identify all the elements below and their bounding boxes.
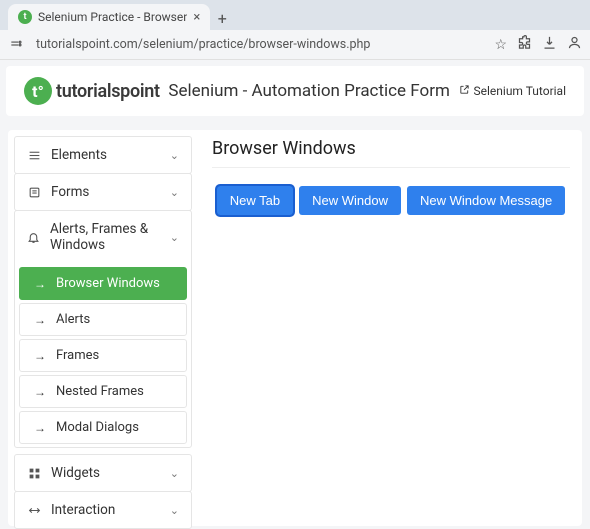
new-window-message-button[interactable]: New Window Message — [407, 186, 565, 215]
download-icon[interactable] — [542, 35, 557, 54]
menu-icon — [27, 149, 41, 162]
sidebar-section-label: Interaction — [51, 502, 115, 518]
site-header: t° tutorialspoint Selenium - Automation … — [6, 66, 584, 116]
logo-icon: t° — [24, 77, 52, 105]
chevron-down-icon: ⌄ — [170, 467, 179, 480]
page-title: Selenium - Automation Practice Form — [160, 81, 459, 101]
sidebar-item-browser-windows[interactable]: → Browser Windows — [19, 267, 187, 300]
arrow-right-icon: → — [34, 349, 46, 363]
sidebar-item-frames[interactable]: → Frames — [19, 339, 187, 372]
browser-tab[interactable]: t Selenium Practice - Browser × — [8, 4, 210, 30]
chevron-down-icon: ⌄ — [170, 504, 179, 517]
brand-text: tutorialspoint — [56, 81, 160, 102]
extensions-icon[interactable] — [517, 35, 532, 54]
brand-logo[interactable]: t° tutorialspoint — [24, 77, 160, 105]
sidebar-section-label: Elements — [51, 147, 107, 163]
arrow-right-icon: → — [34, 313, 46, 327]
sidebar-section-widgets[interactable]: Widgets ⌄ — [15, 455, 191, 491]
arrow-right-icon: → — [34, 421, 46, 435]
external-link-icon — [459, 84, 470, 98]
profile-icon[interactable] — [567, 35, 582, 54]
new-window-button[interactable]: New Window — [299, 186, 401, 215]
form-icon — [27, 186, 41, 199]
interaction-icon — [27, 504, 41, 517]
sidebar-section-label: Widgets — [51, 465, 100, 481]
sidebar-section-forms[interactable]: Forms ⌄ — [15, 174, 191, 210]
widgets-icon — [27, 467, 41, 480]
new-tab-button[interactable]: New Tab — [217, 186, 293, 215]
browser-tab-strip: t Selenium Practice - Browser × + — [0, 0, 590, 30]
url-text[interactable]: tutorialspoint.com/selenium/practice/bro… — [32, 32, 486, 58]
arrow-right-icon: → — [34, 277, 46, 291]
tab-title: Selenium Practice - Browser — [38, 10, 187, 24]
sidebar-item-label: Browser Windows — [56, 276, 160, 291]
sidebar-section-interaction[interactable]: Interaction ⌄ — [15, 492, 191, 528]
bookmark-icon[interactable]: ☆ — [494, 37, 507, 53]
sidebar-section-elements[interactable]: Elements ⌄ — [15, 137, 191, 173]
chevron-down-icon: ⌄ — [170, 186, 179, 199]
bell-icon — [27, 231, 40, 244]
favicon-icon: t — [18, 10, 32, 24]
main-content: Browser Windows New Tab New Window New W… — [206, 136, 576, 520]
sidebar-item-label: Alerts — [56, 312, 90, 327]
sidebar-item-nested-frames[interactable]: → Nested Frames — [19, 375, 187, 408]
sidebar-item-alerts[interactable]: → Alerts — [19, 303, 187, 336]
sidebar-section-alerts-frames-windows[interactable]: Alerts, Frames & Windows ⌄ — [15, 211, 191, 263]
sidebar: Elements ⌄ Forms ⌄ Alerts, Frames & Wind… — [14, 136, 192, 520]
sidebar-section-label: Forms — [51, 184, 89, 200]
sidebar-section-label: Alerts, Frames & Windows — [50, 221, 160, 253]
chevron-down-icon: ⌄ — [170, 149, 179, 162]
chevron-down-icon: ⌄ — [170, 231, 179, 244]
site-info-icon[interactable] — [8, 37, 24, 53]
sidebar-item-label: Frames — [56, 348, 99, 363]
content-heading: Browser Windows — [212, 138, 570, 168]
tutorial-link-label: Selenium Tutorial — [474, 84, 567, 98]
sidebar-item-modal-dialogs[interactable]: → Modal Dialogs — [19, 411, 187, 444]
sidebar-item-label: Modal Dialogs — [56, 420, 139, 435]
address-bar: tutorialspoint.com/selenium/practice/bro… — [0, 30, 590, 60]
arrow-right-icon: → — [34, 385, 46, 399]
selenium-tutorial-link[interactable]: Selenium Tutorial — [459, 84, 567, 98]
close-icon[interactable]: × — [193, 10, 200, 25]
new-tab-button[interactable]: + — [210, 6, 234, 30]
sidebar-item-label: Nested Frames — [56, 384, 144, 399]
